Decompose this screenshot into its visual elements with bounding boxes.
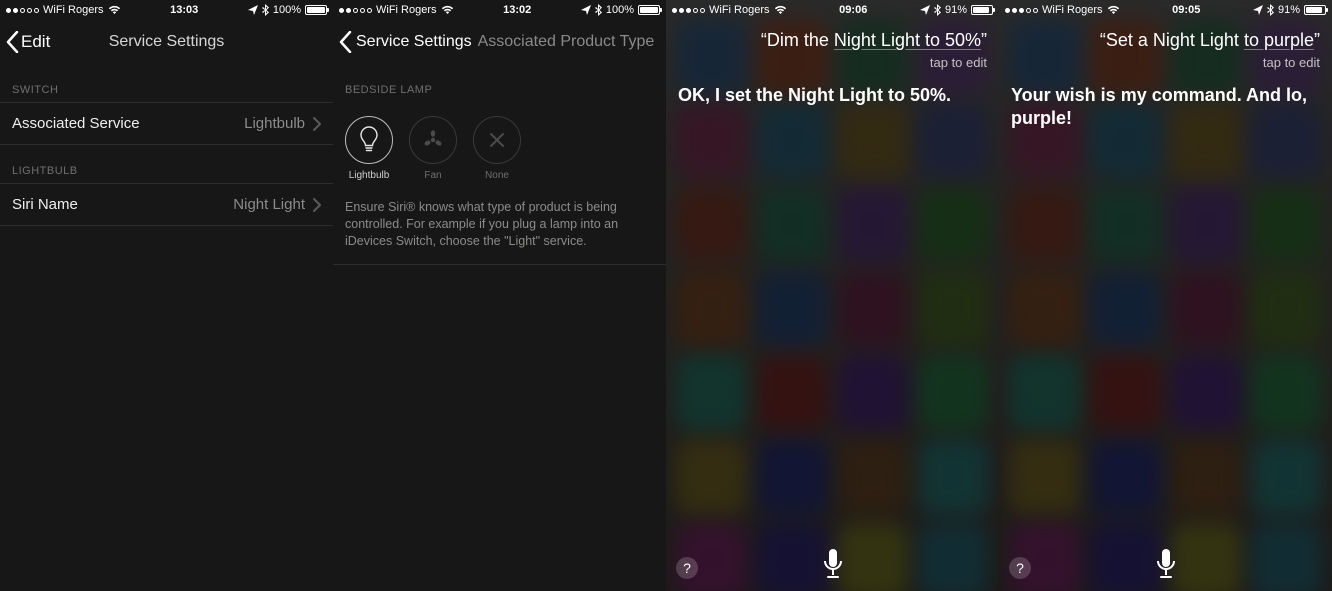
close-icon — [473, 116, 521, 164]
help-button[interactable]: ? — [1009, 557, 1031, 579]
status-time: 13:02 — [503, 4, 531, 16]
microphone-icon[interactable] — [1155, 547, 1177, 583]
cell-value: Night Light — [233, 196, 305, 213]
nav-title: Service Settings — [356, 33, 472, 51]
status-bar: WiFi Rogers 13:03 100% — [0, 0, 333, 20]
status-time: 09:06 — [839, 4, 867, 16]
wifi-icon — [774, 5, 787, 15]
siri-utterance[interactable]: “Set a Night Light to purple” — [1011, 30, 1320, 51]
section-header-switch: SWITCH — [0, 64, 333, 102]
type-option-lightbulb[interactable]: Lightbulb — [345, 116, 393, 181]
cell-value: Lightbulb — [244, 115, 305, 132]
wifi-icon — [441, 5, 454, 15]
signal-dots — [1005, 8, 1038, 13]
battery-icon — [305, 5, 327, 15]
type-option-fan[interactable]: Fan — [409, 116, 457, 181]
type-label: Lightbulb — [349, 170, 390, 181]
cell-label: Siri Name — [12, 196, 78, 213]
tap-to-edit-label[interactable]: tap to edit — [678, 55, 987, 70]
lightbulb-icon — [345, 116, 393, 164]
help-text: Ensure Siri® knows what type of product … — [333, 185, 666, 265]
status-bar: WiFi Rogers 09:05 91% — [999, 0, 1332, 20]
screen-associated-product-type: WiFi Rogers 13:02 100% Service Settings … — [333, 0, 666, 591]
battery-pct: 91% — [945, 4, 967, 16]
siri-response: Your wish is my command. And lo, purple! — [999, 70, 1332, 129]
wifi-icon — [1107, 5, 1120, 15]
screen-siri-purple: WiFi Rogers 09:05 91% “Set a Night Light… — [999, 0, 1332, 591]
bluetooth-icon — [595, 4, 602, 16]
chevron-right-icon — [313, 198, 321, 212]
back-button[interactable]: Service Settings — [333, 31, 472, 53]
location-icon — [1253, 5, 1263, 15]
bluetooth-icon — [1267, 4, 1274, 16]
battery-icon — [971, 5, 993, 15]
signal-dots — [339, 8, 372, 13]
status-time: 13:03 — [170, 4, 198, 16]
fan-icon — [409, 116, 457, 164]
signal-dots — [6, 8, 39, 13]
siri-utterance[interactable]: “Dim the Night Light to 50%” — [678, 30, 987, 51]
location-icon — [581, 5, 591, 15]
location-icon — [920, 5, 930, 15]
type-label: None — [485, 170, 509, 181]
nav-subtitle: Associated Product Type — [478, 33, 655, 51]
section-header-lightbulb: LIGHTBULB — [0, 145, 333, 183]
back-button[interactable]: Edit — [0, 31, 50, 53]
row-siri-name[interactable]: Siri Name Night Light — [0, 183, 333, 226]
siri-response: OK, I set the Night Light to 50%. — [666, 70, 999, 107]
battery-pct: 100% — [273, 4, 301, 16]
bluetooth-icon — [934, 4, 941, 16]
battery-pct: 91% — [1278, 4, 1300, 16]
microphone-icon[interactable] — [822, 547, 844, 583]
bluetooth-icon — [262, 4, 269, 16]
nav-bar: Service Settings Associated Product Type — [333, 20, 666, 64]
signal-dots — [672, 8, 705, 13]
status-time: 09:05 — [1172, 4, 1200, 16]
battery-icon — [1304, 5, 1326, 15]
row-associated-service[interactable]: Associated Service Lightbulb — [0, 102, 333, 145]
battery-pct: 100% — [606, 4, 634, 16]
help-button[interactable]: ? — [676, 557, 698, 579]
status-bar: WiFi Rogers 09:06 91% — [666, 0, 999, 20]
location-icon — [248, 5, 258, 15]
carrier-label: WiFi Rogers — [376, 4, 437, 16]
screen-service-settings: WiFi Rogers 13:03 100% Edit Service Sett… — [0, 0, 333, 591]
section-header-bedside-lamp: BEDSIDE LAMP — [333, 64, 666, 102]
carrier-label: WiFi Rogers — [709, 4, 770, 16]
screen-siri-dim: WiFi Rogers 09:06 91% “Dim the Night Lig… — [666, 0, 999, 591]
type-label: Fan — [424, 170, 441, 181]
nav-bar: Edit Service Settings — [0, 20, 333, 64]
cell-label: Associated Service — [12, 115, 140, 132]
carrier-label: WiFi Rogers — [1042, 4, 1103, 16]
wifi-icon — [108, 5, 121, 15]
chevron-right-icon — [313, 117, 321, 131]
carrier-label: WiFi Rogers — [43, 4, 104, 16]
battery-icon — [638, 5, 660, 15]
type-option-none[interactable]: None — [473, 116, 521, 181]
status-bar: WiFi Rogers 13:02 100% — [333, 0, 666, 20]
back-label: Edit — [21, 32, 50, 52]
tap-to-edit-label[interactable]: tap to edit — [1011, 55, 1320, 70]
